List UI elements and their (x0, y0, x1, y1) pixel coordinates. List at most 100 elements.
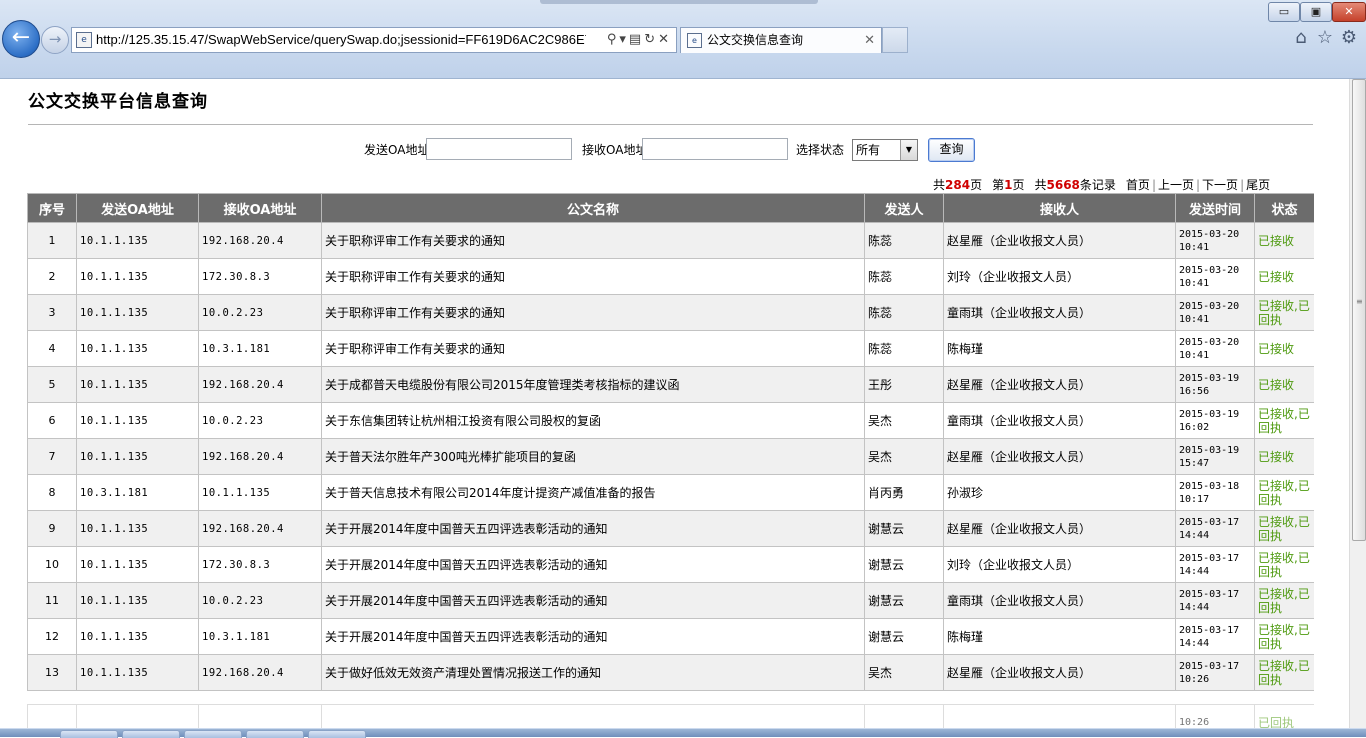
recv-addr-cell: 192.168.20.4 (198, 222, 322, 259)
taskbar-app-item[interactable] (60, 730, 118, 738)
send-time-cell: 2015-03-20 10:41 (1175, 294, 1255, 331)
first-page-link[interactable]: 首页 (1126, 178, 1150, 192)
table-row[interactable]: 13 10.1.1.135 192.168.20.4 关于做好低效无效资产清理处置情况… (27, 654, 1314, 691)
star-icon[interactable]: ☆ (1314, 27, 1336, 49)
send-addr-cell: 10.1.1.135 (76, 402, 199, 439)
scrollbar-thumb[interactable]: ≡ (1352, 79, 1366, 541)
back-arrow-icon[interactable]: ← (2, 20, 40, 58)
recv-addr-cell: 192.168.20.4 (198, 366, 322, 403)
table-row[interactable]: 1 10.1.1.135 192.168.20.4 关于职称评审工作有关要求的通知 陈蕊… (27, 222, 1314, 259)
tab-close-icon[interactable]: ✕ (864, 28, 875, 53)
table-row[interactable]: 4 10.1.1.135 10.3.1.181 关于职称评审工作有关要求的通知 陈蕊 陈梅… (27, 330, 1314, 367)
vertical-scrollbar[interactable]: ≡ (1349, 79, 1366, 736)
forward-arrow-icon[interactable]: → (41, 26, 69, 54)
col-header-sender[interactable]: 发送人 (864, 193, 944, 223)
table-row[interactable]: 8 10.3.1.181 10.1.1.135 关于普天信息技术有限公司2014年度计… (27, 474, 1314, 511)
title-bar-notch (540, 0, 818, 4)
table-row[interactable]: 2 10.1.1.135 172.30.8.3 关于职称评审工作有关要求的通知 陈蕊 刘玲… (27, 258, 1314, 295)
taskbar-app-item[interactable] (184, 730, 242, 738)
col-header-status[interactable]: 状态 (1254, 193, 1314, 223)
col-header-send-time[interactable]: 发送时间 (1175, 193, 1255, 223)
address-tools[interactable]: ⚲▾▤↻✕ (607, 28, 672, 52)
send-time-cell: 2015-03-19 16:02 (1175, 402, 1255, 439)
last-page-link[interactable]: 尾页 (1246, 178, 1270, 192)
send-date: 2015-03-20 (1179, 300, 1240, 312)
send-time-cell: 2015-03-20 10:41 (1175, 330, 1255, 367)
maximize-button[interactable]: ▣ (1300, 2, 1332, 22)
send-addr-input[interactable] (426, 138, 572, 160)
sender-cell: 谢慧云 (864, 510, 944, 547)
receiver-cell: 赵星雁（企业收报文人员） (943, 438, 1176, 475)
sender-cell: 谢慧云 (864, 582, 944, 619)
send-date: 2015-03-19 (1179, 408, 1240, 420)
dropdown-icon[interactable]: ▾ (619, 32, 629, 47)
status-cell: 已接收 (1254, 258, 1314, 295)
new-tab-button[interactable] (882, 27, 908, 53)
gear-icon[interactable]: ⚙ (1338, 27, 1360, 49)
recv-addr-input[interactable] (642, 138, 788, 160)
address-url[interactable]: http://125.35.15.47/SwapWebService/query… (96, 28, 586, 52)
send-time-cell: 2015-03-18 10:17 (1175, 474, 1255, 511)
col-header-no[interactable]: 序号 (27, 193, 77, 223)
table-row[interactable]: 12 10.1.1.135 10.3.1.181 关于开展2014年度中国普天五四评选… (27, 618, 1314, 655)
taskbar-app-item[interactable] (308, 730, 366, 738)
next-page-link[interactable]: 下一页 (1202, 178, 1238, 192)
prev-page-link[interactable]: 上一页 (1158, 178, 1194, 192)
status-cell: 已接收,已回执 (1254, 510, 1314, 547)
col-header-recv-addr[interactable]: 接收OA地址 (198, 193, 322, 223)
home-icon[interactable]: ⌂ (1290, 27, 1312, 49)
table-row[interactable]: 6 10.1.1.135 10.0.2.23 关于东信集团转让杭州相江投资有限公司股权… (27, 402, 1314, 439)
sender-cell: 陈蕊 (864, 294, 944, 331)
row-number-cell: 9 (27, 510, 77, 547)
status-select[interactable]: 所有 ▼ (852, 139, 918, 161)
send-clock: 14:44 (1179, 529, 1210, 541)
status-cell: 已接收,已回执 (1254, 474, 1314, 511)
table-row[interactable]: 11 10.1.1.135 10.0.2.23 关于开展2014年度中国普天五四评选表… (27, 582, 1314, 619)
address-bar[interactable]: e http://125.35.15.47/SwapWebService/que… (71, 27, 677, 53)
send-clock: 14:44 (1179, 565, 1210, 577)
send-clock: 14:44 (1179, 601, 1210, 613)
col-header-doc-title[interactable]: 公文名称 (321, 193, 865, 223)
receiver-cell: 孙淑珍 (943, 474, 1176, 511)
doc-title-cell: 关于开展2014年度中国普天五四评选表彰活动的通知 (321, 582, 865, 619)
send-clock: 15:47 (1179, 457, 1210, 469)
send-date: 2015-03-17 (1179, 660, 1240, 672)
doc-title-cell: 关于普天信息技术有限公司2014年度计提资产减值准备的报告 (321, 474, 865, 511)
status-cell: 已接收 (1254, 366, 1314, 403)
browser-tab[interactable]: e 公文交换信息查询 ✕ (680, 27, 882, 53)
row-number-cell: 12 (27, 618, 77, 655)
table-row[interactable]: 3 10.1.1.135 10.0.2.23 关于职称评审工作有关要求的通知 陈蕊 童雨琪… (27, 294, 1314, 331)
col-header-receiver[interactable]: 接收人 (943, 193, 1176, 223)
minimize-button[interactable]: ▭ (1268, 2, 1300, 22)
table-row[interactable]: 5 10.1.1.135 192.168.20.4 关于成都普天电缆股份有限公司201… (27, 366, 1314, 403)
query-button[interactable]: 查询 (928, 138, 975, 162)
taskbar-app-item[interactable] (122, 730, 180, 738)
chevron-down-icon[interactable]: ▼ (900, 140, 917, 160)
tab-title[interactable]: 公文交换信息查询 (707, 28, 803, 53)
taskbar-app-item[interactable] (246, 730, 304, 738)
table-row[interactable]: 9 10.1.1.135 192.168.20.4 关于开展2014年度中国普天五四评… (27, 510, 1314, 547)
sender-cell: 吴杰 (864, 654, 944, 691)
table-row[interactable]: 10 10.1.1.135 172.30.8.3 关于开展2014年度中国普天五四评选… (27, 546, 1314, 583)
send-clock: 10:26 (1179, 673, 1210, 685)
refresh-icon[interactable]: ↻ (644, 32, 658, 47)
send-date: 2015-03-17 (1179, 624, 1240, 636)
receiver-cell: 赵星雁（企业收报文人员） (943, 510, 1176, 547)
doc-title-cell: 关于职称评审工作有关要求的通知 (321, 330, 865, 367)
send-date: 2015-03-19 (1179, 372, 1240, 384)
search-icon[interactable]: ⚲ (607, 32, 620, 47)
stop-icon[interactable]: ✕ (658, 32, 672, 47)
doc-title-cell: 关于职称评审工作有关要求的通知 (321, 294, 865, 331)
table-row[interactable]: 7 10.1.1.135 192.168.20.4 关于普天法尔胜年产300吨光棒扩能… (27, 438, 1314, 475)
scroll-grip-icon: ≡ (1356, 297, 1363, 306)
send-date: 2015-03-17 (1179, 552, 1240, 564)
pager-text: 页 (1012, 178, 1025, 192)
status-cell: 已接收,已回执 (1254, 654, 1314, 691)
table-header-row: 序号 发送OA地址 接收OA地址 公文名称 发送人 接收人 发送时间 状态 (27, 193, 1314, 223)
compat-view-icon[interactable]: ▤ (629, 32, 644, 47)
col-header-send-addr[interactable]: 发送OA地址 (76, 193, 199, 223)
recv-addr-cell: 172.30.8.3 (198, 546, 322, 583)
close-window-button[interactable]: ✕ (1332, 2, 1366, 22)
sender-cell: 陈蕊 (864, 330, 944, 367)
row-number-cell: 11 (27, 582, 77, 619)
